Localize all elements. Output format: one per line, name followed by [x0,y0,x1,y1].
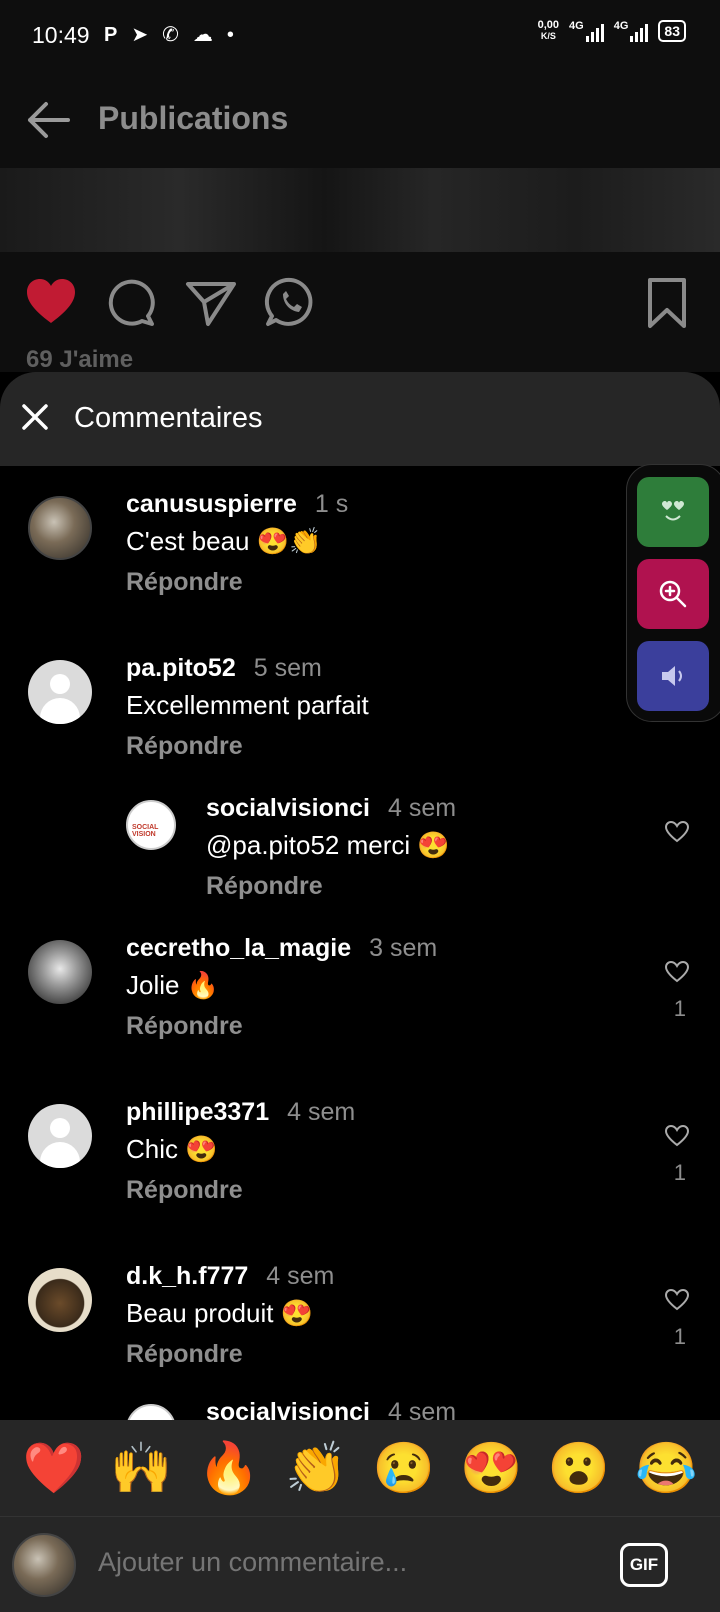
bookmark-icon[interactable] [640,276,694,330]
comment-like-heart-icon[interactable] [664,820,690,844]
status-system-icons: 0,00 K/S 4G 4G 83 [538,20,686,42]
comment-username[interactable]: pa.pito52 [126,654,236,682]
heart-eyes-icon [662,501,684,521]
reaction-fire[interactable]: 🔥 [198,1438,260,1498]
comment-like-count: 1 [673,1160,686,1185]
avatar[interactable] [28,1268,92,1332]
reply-button[interactable]: Répondre [206,872,323,901]
avatar[interactable] [126,1404,176,1420]
back-arrow-icon[interactable] [24,98,72,142]
comment-like-count: 1 [673,1324,686,1349]
comment-text: Excellemment parfait [126,690,369,720]
comment-like-heart-icon[interactable] [664,1288,690,1312]
sound-tool-button[interactable] [637,641,709,711]
comment-icon[interactable] [104,276,158,330]
reaction-clap[interactable]: 👏 [285,1438,347,1498]
comment-time: 4 sem [387,1398,457,1420]
comment-time: 3 sem [369,934,438,962]
floating-tools-panel [626,464,720,722]
comment-username[interactable]: socialvisionci [206,794,370,822]
quick-reactions-bar: ❤️ 🙌 🔥 👏 😢 😍 😮 😂 [0,1420,720,1516]
like-heart-icon[interactable] [24,276,78,330]
avatar[interactable] [28,496,92,560]
reaction-heart[interactable]: ❤️ [23,1438,85,1498]
comments-title: Commentaires [74,402,263,434]
avatar[interactable] [28,1104,92,1168]
comment-time: 5 sem [253,654,322,682]
chat-icon: ☁ [192,24,213,46]
p-app-icon: P [104,24,118,46]
comment-time: 4 sem [387,794,457,822]
share-send-icon[interactable] [184,276,238,330]
post-actions: 69 J'aime [0,252,720,374]
zoom-in-icon [659,580,687,608]
signal-icon-sim2: 4G [614,20,649,42]
comments-list[interactable]: canususpierre 1 s C'est beau 😍👏 Répondre … [0,466,720,1420]
comment-text: C'est beau 😍👏 [126,526,322,556]
status-bar: 10:49 P ➤ ✆ ☁ • 0,00 K/S 4G 4G 83 [0,0,720,72]
comment-username[interactable]: phillipe3371 [126,1098,269,1126]
close-icon[interactable] [20,402,50,432]
comment-time: 1 s [314,490,349,518]
heart-eyes-tool-button[interactable] [637,477,709,547]
comment-time: 4 sem [287,1098,356,1126]
comment-username[interactable]: d.k_h.f777 [126,1262,248,1290]
reply-button[interactable]: Répondre [126,732,243,761]
avatar[interactable] [28,660,92,724]
comment-text: Beau produit 😍 [126,1298,314,1328]
network-speed: 0,00 K/S [537,19,560,42]
comment-time: 4 sem [266,1262,335,1290]
post-image[interactable] [0,168,720,252]
zoom-tool-button[interactable] [637,559,709,629]
comment-composer: GIF [0,1516,720,1612]
comment-username[interactable]: cecretho_la_magie [126,934,351,962]
status-notification-icons: P ➤ ✆ ☁ • [104,22,234,48]
telegram-icon: ➤ [131,24,149,46]
signal-icon-sim1: 4G [569,20,604,42]
reply-button[interactable]: Répondre [126,568,243,597]
comments-sheet-header: Commentaires [0,372,720,466]
comment-text: Jolie 🔥 [126,970,220,1000]
reply-button[interactable]: Répondre [126,1012,243,1041]
status-time: 10:49 [32,22,90,48]
reply-button[interactable]: Répondre [126,1176,243,1205]
avatar[interactable] [28,940,92,1004]
avatar[interactable] [126,800,176,850]
comment-username[interactable]: canususpierre [126,490,297,518]
reaction-laughing[interactable]: 😂 [635,1438,697,1498]
whatsapp-share-icon[interactable] [264,276,318,330]
comment-like-count: 1 [673,996,686,1021]
comment-like-heart-icon[interactable] [664,960,690,984]
battery-icon: 83 [658,20,686,42]
reaction-raised-hands[interactable]: 🙌 [110,1438,172,1498]
comment-username[interactable]: socialvisionci [206,1398,370,1420]
comment-like-heart-icon[interactable] [664,1124,690,1148]
comment-text: @pa.pito52 merci 😍 [206,830,450,860]
comment-text: Chic 😍 [126,1134,218,1164]
current-user-avatar [12,1533,76,1597]
comment-input[interactable] [98,1547,578,1578]
sound-icon [662,666,682,686]
top-app-bar: Publications [0,72,720,168]
reaction-heart-eyes[interactable]: 😍 [460,1438,522,1498]
page-title: Publications [98,100,289,136]
reaction-sad[interactable]: 😢 [373,1438,435,1498]
whatsapp-icon: ✆ [162,24,179,46]
gif-button[interactable]: GIF [620,1543,668,1587]
dot-icon: • [226,24,234,46]
reply-button[interactable]: Répondre [126,1340,243,1369]
likes-count[interactable]: 69 J'aime [26,346,133,374]
reaction-surprised[interactable]: 😮 [548,1438,610,1498]
